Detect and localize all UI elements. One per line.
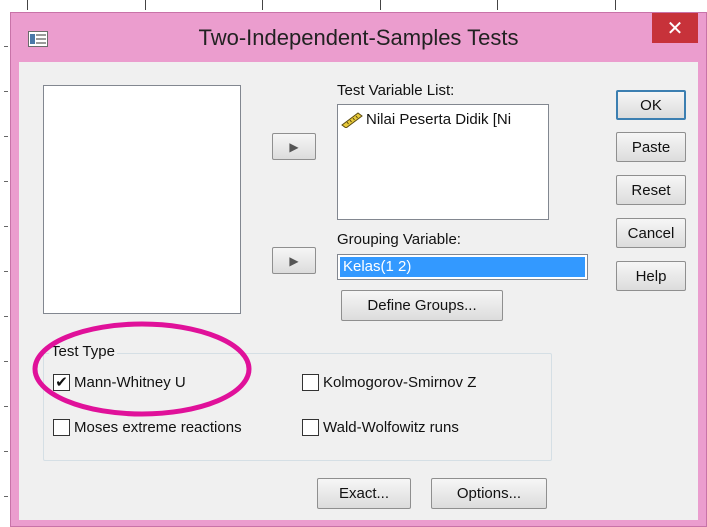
kolmogorov-smirnov-label: Kolmogorov-Smirnov Z	[323, 374, 477, 391]
background-ruler-left	[0, 12, 10, 527]
wald-wolfowitz-checkbox[interactable]	[302, 419, 319, 436]
move-to-test-list-button[interactable]: ▶	[272, 133, 316, 160]
moses-extreme-label: Moses extreme reactions	[74, 419, 242, 436]
mann-whitney-option[interactable]: ✔ Mann-Whitney U	[53, 374, 186, 391]
close-button[interactable]: ✕	[652, 13, 698, 43]
move-to-grouping-button[interactable]: ▶	[272, 247, 316, 274]
scale-ruler-icon	[341, 111, 363, 128]
test-variable-name: Nilai Peserta Didik [Ni	[366, 111, 512, 128]
test-variable-item[interactable]: Nilai Peserta Didik [Ni	[341, 111, 511, 128]
kolmogorov-smirnov-option[interactable]: Kolmogorov-Smirnov Z	[302, 374, 476, 391]
checkmark-icon: ✔	[55, 373, 68, 391]
test-type-group	[43, 353, 552, 461]
cancel-button[interactable]: Cancel	[616, 218, 686, 248]
dialog-window: Two-Independent-Samples Tests ✕ ▶ ▶ Test…	[10, 12, 707, 527]
grouping-variable-field[interactable]: Kelas(1 2)	[337, 254, 588, 280]
test-variable-list[interactable]: Nilai Peserta Didik [Ni	[337, 104, 549, 220]
ruler-tick	[615, 0, 616, 10]
close-icon: ✕	[666, 16, 684, 40]
ruler-tick	[380, 0, 381, 10]
grouping-variable-label: Grouping Variable:	[337, 231, 461, 248]
ruler-tick	[262, 0, 263, 10]
kolmogorov-smirnov-checkbox[interactable]	[302, 374, 319, 391]
dialog-body: ▶ ▶ Test Variable List: Nilai Peserta Di…	[19, 62, 698, 520]
mann-whitney-label: Mann-Whitney U	[74, 374, 186, 391]
mann-whitney-checkbox[interactable]: ✔	[53, 374, 70, 391]
wald-wolfowitz-label: Wald-Wolfowitz runs	[323, 419, 459, 436]
title-bar[interactable]: Two-Independent-Samples Tests ✕	[11, 13, 706, 57]
source-variable-list[interactable]	[43, 85, 241, 314]
define-groups-button[interactable]: Define Groups...	[341, 290, 503, 321]
moses-extreme-checkbox[interactable]	[53, 419, 70, 436]
ok-button[interactable]: OK	[616, 90, 686, 120]
ruler-tick	[497, 0, 498, 10]
ruler-tick	[27, 0, 28, 10]
test-variable-label: Test Variable List:	[337, 82, 455, 99]
wald-wolfowitz-option[interactable]: Wald-Wolfowitz runs	[302, 419, 459, 436]
grouping-variable-value: Kelas(1 2)	[340, 257, 585, 277]
test-type-legend: Test Type	[49, 343, 117, 360]
options-button[interactable]: Options...	[431, 478, 547, 509]
reset-button[interactable]: Reset	[616, 175, 686, 205]
window-title: Two-Independent-Samples Tests	[198, 25, 519, 50]
background-ruler	[0, 0, 707, 12]
ruler-tick	[145, 0, 146, 10]
right-arrow-icon: ▶	[289, 139, 299, 154]
paste-button[interactable]: Paste	[616, 132, 686, 162]
right-arrow-icon: ▶	[289, 253, 299, 268]
help-button[interactable]: Help	[616, 261, 686, 291]
moses-extreme-option[interactable]: Moses extreme reactions	[53, 419, 242, 436]
exact-button[interactable]: Exact...	[317, 478, 411, 509]
